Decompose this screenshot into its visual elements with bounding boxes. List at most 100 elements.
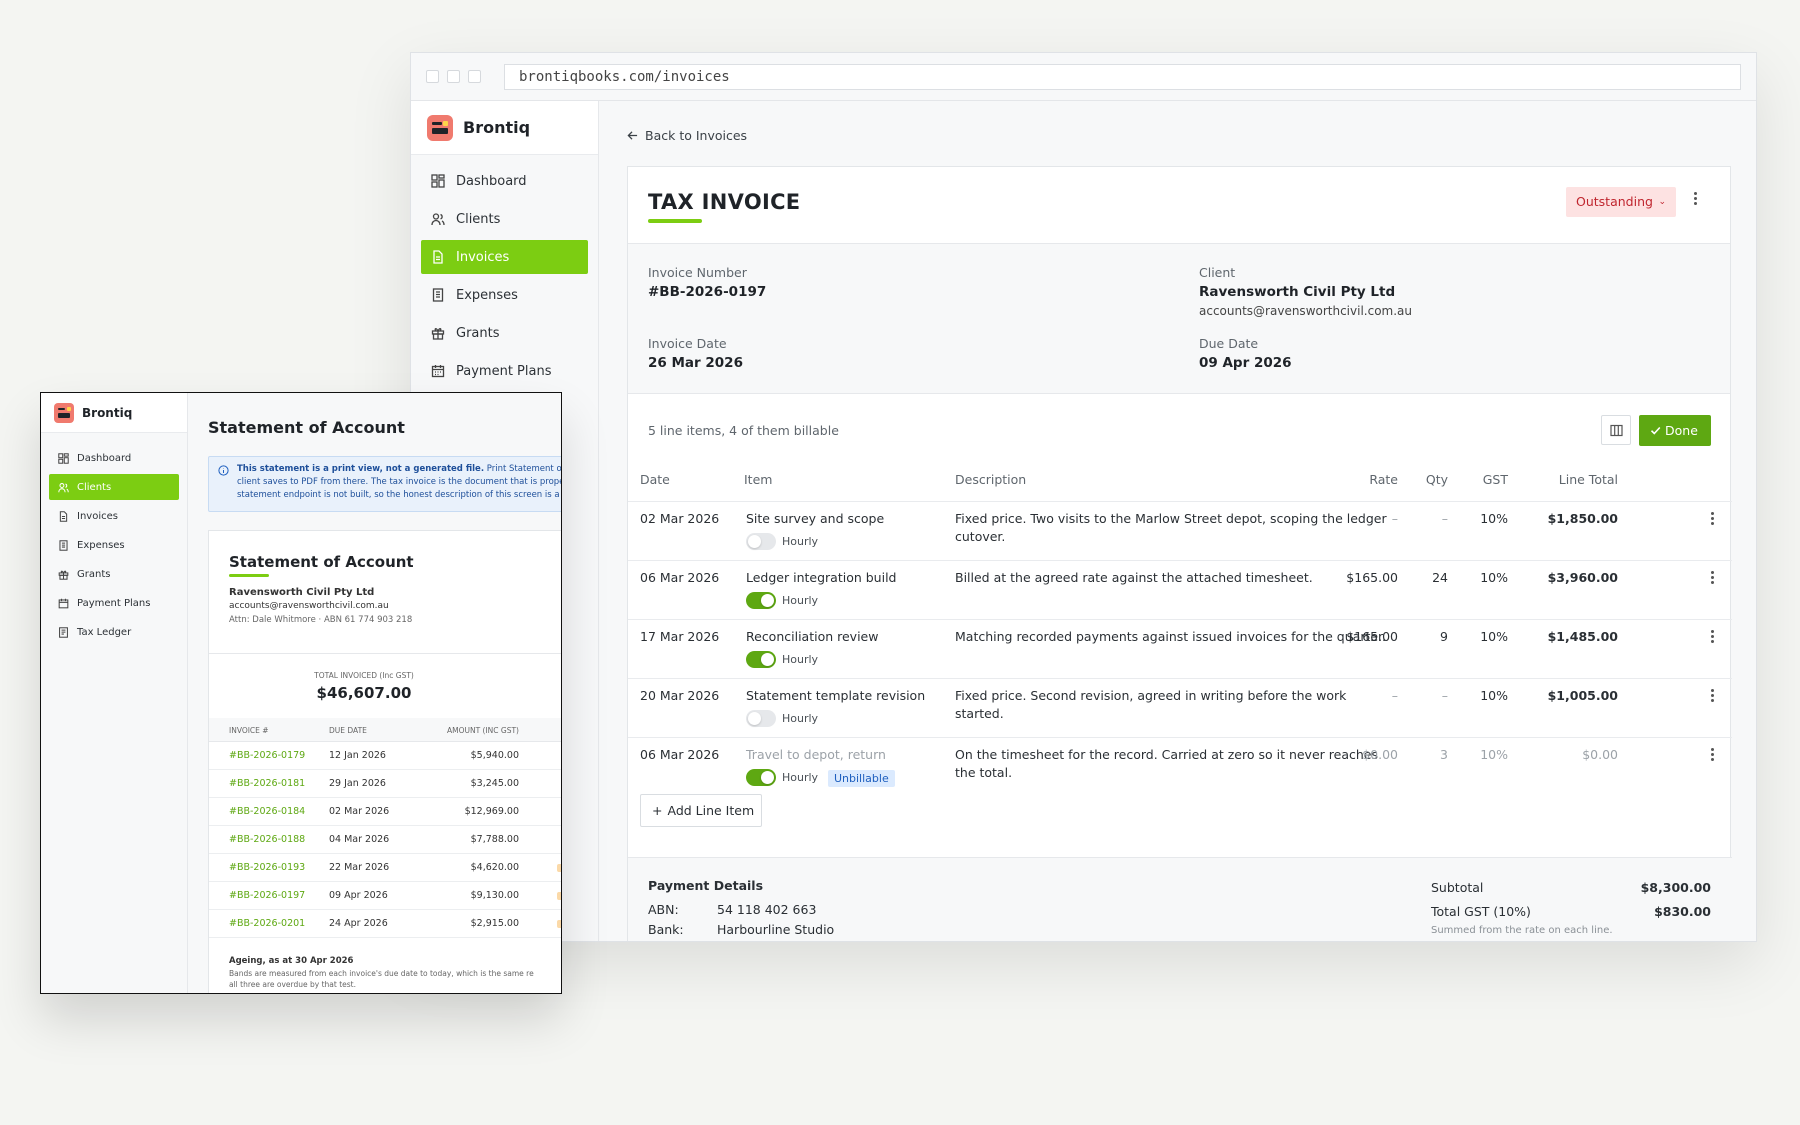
line-date: 20 Mar 2026: [640, 688, 720, 703]
statement-row[interactable]: #BB-2026-0197 09 Apr 2026 $9,130.00: [209, 882, 561, 910]
sidebar-item-label: Tax Ledger: [77, 626, 132, 638]
hourly-toggle[interactable]: [746, 651, 776, 668]
brontiq-logo-icon: [54, 402, 74, 423]
statement-amount: $2,915.00: [470, 918, 519, 929]
window-close-button[interactable]: [426, 70, 439, 83]
line-item-name[interactable]: Statement template revision: [746, 688, 925, 703]
statement-brand[interactable]: Brontiq: [41, 393, 187, 433]
sidebar-item-clients[interactable]: Clients: [49, 474, 179, 500]
line-more-menu-icon[interactable]: [1711, 571, 1715, 587]
hourly-label: Hourly: [782, 594, 819, 607]
line-more-menu-icon[interactable]: [1711, 689, 1715, 705]
calendar-icon: [58, 598, 69, 608]
line-item-row[interactable]: 06 Mar 2026 Ledger integration build Bille…: [628, 560, 1732, 619]
line-more-menu-icon[interactable]: [1711, 630, 1715, 646]
users-icon: [431, 213, 445, 226]
statement-invoice-link[interactable]: #BB-2026-0193: [229, 862, 305, 873]
column-header-date: Date: [640, 472, 670, 487]
line-item-name[interactable]: Site survey and scope: [746, 511, 884, 526]
line-more-menu-icon[interactable]: [1711, 512, 1715, 528]
hourly-toggle[interactable]: [746, 710, 776, 727]
line-description: Billed at the agreed rate against the at…: [955, 570, 1313, 585]
column-header-line-total: Line Total: [1558, 472, 1618, 487]
statement-row[interactable]: #BB-2026-0184 02 Mar 2026 $12,969.00: [209, 798, 561, 826]
due-date-label: Due Date: [1199, 336, 1259, 351]
receipt-icon: [432, 288, 444, 302]
line-total: $1,850.00: [1547, 511, 1618, 526]
sidebar-item-payment-plans[interactable]: Payment Plans: [49, 590, 179, 616]
status-dropdown[interactable]: Outstanding ⌄: [1566, 187, 1676, 217]
sidebar-item-invoices[interactable]: Invoices: [421, 240, 588, 274]
done-button[interactable]: Done: [1639, 415, 1711, 446]
hourly-toggle[interactable]: [746, 592, 776, 609]
statement-due-date: 24 Apr 2026: [329, 918, 388, 929]
line-description-cont: cutover.: [955, 529, 1006, 544]
sidebar-item-dashboard[interactable]: Dashboard: [421, 164, 588, 198]
statement-row[interactable]: #BB-2026-0181 29 Jan 2026 $3,245.00: [209, 770, 561, 798]
line-gst: 10%: [1480, 688, 1508, 703]
line-item-name[interactable]: Ledger integration build: [746, 570, 896, 585]
sidebar-item-dashboard[interactable]: Dashboard: [49, 445, 179, 471]
statement-card-title: Statement of Account: [229, 553, 414, 571]
sidebar-item-clients[interactable]: Clients: [421, 202, 588, 236]
statement-nav: Dashboard Clients Invoices Expenses Gran…: [41, 433, 187, 645]
statement-row[interactable]: #BB-2026-0193 22 Mar 2026 $4,620.00: [209, 854, 561, 882]
statement-row[interactable]: #BB-2026-0201 24 Apr 2026 $2,915.00: [209, 910, 561, 938]
column-header-description: Description: [955, 472, 1027, 487]
main-content: Back to Invoices TAX INVOICE Outstanding…: [599, 101, 1756, 941]
column-header-item: Item: [744, 472, 773, 487]
statement-row[interactable]: #BB-2026-0179 12 Jan 2026 $5,940.00: [209, 742, 561, 770]
sidebar-item-tax-ledger[interactable]: Tax Ledger: [49, 619, 179, 645]
window-maximize-button[interactable]: [468, 70, 481, 83]
add-line-item-button[interactable]: + Add Line Item: [640, 794, 762, 827]
bank-label: Bank:: [648, 922, 684, 937]
statement-invoice-link[interactable]: #BB-2026-0179: [229, 750, 305, 761]
sidebar-item-expenses[interactable]: Expenses: [421, 278, 588, 312]
window-minimize-button[interactable]: [447, 70, 460, 83]
statement-invoice-link[interactable]: #BB-2026-0184: [229, 806, 305, 817]
hourly-toggle[interactable]: [746, 769, 776, 786]
line-item-row[interactable]: 17 Mar 2026 Reconciliation review Matching…: [628, 619, 1732, 678]
invoice-more-menu-icon[interactable]: [1694, 192, 1698, 208]
total-invoiced-value: $46,607.00: [316, 684, 412, 702]
column-header-gst: GST: [1482, 472, 1508, 487]
line-rate: $165.00: [1346, 570, 1398, 585]
line-item-row[interactable]: 06 Mar 2026 Travel to depot, return On the…: [628, 737, 1732, 797]
line-total: $3,960.00: [1547, 570, 1618, 585]
receipt-icon: [59, 539, 68, 551]
address-bar[interactable]: brontiqbooks.com/invoices: [504, 64, 1741, 90]
line-item-name[interactable]: Travel to depot, return: [746, 747, 886, 762]
ageing-title: Ageing, as at 30 Apr 2026: [229, 956, 354, 966]
line-item-row[interactable]: 02 Mar 2026 Site survey and scope Fixed pr…: [628, 501, 1732, 560]
invoice-title: TAX INVOICE: [648, 190, 801, 214]
sidebar-item-expenses[interactable]: Expenses: [49, 532, 179, 558]
column-header-due-date: DUE DATE: [329, 726, 367, 735]
sidebar-item-grants[interactable]: Grants: [49, 561, 179, 587]
hourly-toggle[interactable]: [746, 533, 776, 550]
ageing-line-2: all three are overdue by that test.: [229, 980, 356, 989]
sidebar-item-label: Dashboard: [456, 173, 527, 189]
hourly-label: Hourly: [782, 712, 819, 725]
columns-toggle-button[interactable]: [1601, 415, 1631, 445]
statement-invoice-link[interactable]: #BB-2026-0197: [229, 890, 305, 901]
back-to-invoices-link[interactable]: Back to Invoices: [627, 128, 747, 143]
line-item-name[interactable]: Reconciliation review: [746, 629, 878, 644]
brand[interactable]: Brontiq: [411, 101, 598, 155]
sidebar-item-invoices[interactable]: Invoices: [49, 503, 179, 529]
sidebar-item-payment-plans[interactable]: Payment Plans: [421, 354, 588, 388]
statement-invoice-link[interactable]: #BB-2026-0181: [229, 778, 305, 789]
line-more-menu-icon[interactable]: [1711, 748, 1715, 764]
statement-invoice-link[interactable]: #BB-2026-0188: [229, 834, 305, 845]
statement-row[interactable]: #BB-2026-0188 04 Mar 2026 $7,788.00: [209, 826, 561, 854]
sidebar-item-grants[interactable]: Grants: [421, 316, 588, 350]
title-underline: [648, 219, 702, 223]
dashboard-icon: [431, 174, 445, 188]
sidebar-item-label: Dashboard: [77, 452, 132, 464]
statement-invoice-link[interactable]: #BB-2026-0201: [229, 918, 305, 929]
statement-amount: $9,130.00: [470, 890, 519, 901]
total-invoiced: TOTAL INVOICED (Inc GST) $46,607.00: [209, 653, 561, 719]
document-icon: [59, 510, 68, 522]
line-qty: 24: [1432, 570, 1448, 585]
line-item-row[interactable]: 20 Mar 2026 Statement template revision Fi…: [628, 678, 1732, 737]
gift-icon: [431, 328, 445, 340]
